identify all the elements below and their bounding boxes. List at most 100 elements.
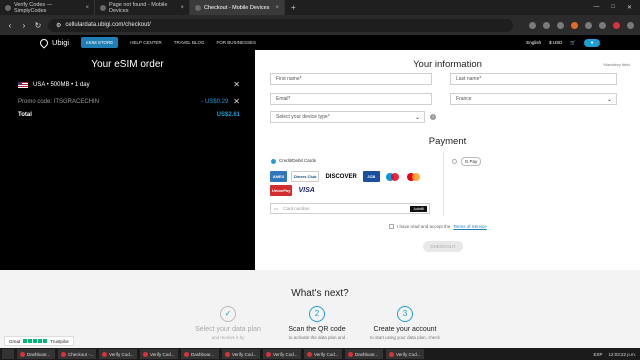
country-value: France — [456, 96, 472, 102]
chevron-down-icon: ⌄ — [414, 114, 420, 121]
device-type-select[interactable]: Select your device type* ⌄ — [270, 111, 425, 123]
url-text: cellulardata.ubigi.com/checkout/ — [65, 22, 151, 28]
profile-icon[interactable] — [613, 21, 620, 29]
maximize-icon[interactable]: □ — [611, 4, 615, 11]
minimize-icon[interactable]: — — [593, 4, 599, 11]
help-icon[interactable]: ? — [430, 114, 436, 120]
tab-title: Verify Codes — SimplyCodes — [14, 1, 53, 14]
browser-tab-active[interactable]: Checkout - Mobile Devices × — [190, 0, 285, 15]
taskbar-item[interactable]: Verify Cod... — [304, 349, 342, 359]
taskbar-item[interactable]: Dashboar... — [181, 349, 219, 359]
account-button[interactable]: ● — [584, 38, 600, 47]
maestro-icon — [383, 171, 401, 182]
usa-flag-icon — [18, 81, 28, 88]
site-logo[interactable]: Ubigi — [38, 36, 69, 49]
reload-icon[interactable]: ↻ — [34, 21, 42, 30]
card-option-label: Credit/Debit Cards — [279, 158, 317, 163]
sidebar-icon[interactable] — [599, 21, 606, 29]
language-selector[interactable]: English — [526, 40, 541, 45]
taskbar-item[interactable]: Verify Cod... — [140, 349, 178, 359]
site-header: Ubigi eSIM STORE HELP CENTER TRAVEL BLOG… — [0, 35, 640, 50]
cart-icon[interactable]: 🛒 — [570, 40, 576, 46]
new-tab-icon[interactable]: + — [285, 3, 302, 12]
close-window-icon[interactable]: ✕ — [627, 4, 632, 11]
clock[interactable]: 12:03:22 p.m. — [608, 352, 636, 357]
site-info-icon[interactable]: ⚙ — [56, 22, 61, 29]
discover-icon: DISCOVER — [323, 171, 359, 182]
email-field[interactable]: Email* — [270, 93, 432, 105]
step-desc: and receive it by — [211, 335, 245, 340]
unionpay-icon: UnionPay — [270, 185, 293, 196]
extension-icon[interactable] — [585, 21, 592, 29]
taskbar-item[interactable]: Dashboar... — [345, 349, 383, 359]
close-tab-icon[interactable]: × — [275, 5, 279, 11]
whats-next-section: What's next? ✓ Select your data plan and… — [0, 270, 640, 350]
zoom-icon[interactable] — [529, 21, 536, 29]
forward-icon[interactable]: › — [20, 21, 28, 30]
remove-promo-icon[interactable]: ✕ — [233, 97, 240, 106]
order-summary-panel: Your eSIM order USA • 500MB • 1 day ✕ Pr… — [0, 50, 255, 270]
user-icon: ● — [590, 39, 594, 46]
taskbar-item[interactable]: Checkout -... — [58, 349, 96, 359]
card-number-field[interactable]: ▭ Card number Autofill — [270, 203, 430, 214]
order-title: Your eSIM order — [91, 59, 164, 70]
checkout-button[interactable]: CHECKOUT — [423, 241, 463, 252]
bookmark-icon[interactable] — [557, 21, 564, 29]
menu-icon[interactable] — [627, 21, 634, 29]
esim-store-button[interactable]: eSIM STORE — [81, 37, 119, 48]
share-icon[interactable] — [543, 21, 550, 29]
tab-title: Checkout - Mobile Devices — [204, 4, 270, 11]
taskbar-item[interactable]: Verify Cod... — [386, 349, 424, 359]
trustpilot-brand: Trustpilot — [50, 338, 69, 344]
terms-row: I have read and accept the Terms of Serv… — [389, 224, 487, 229]
card-radio[interactable] — [271, 159, 276, 164]
url-input[interactable]: ⚙ cellulardata.ubigi.com/checkout/ — [48, 18, 513, 32]
remove-item-icon[interactable]: ✕ — [233, 80, 240, 89]
tab-favicon-icon — [195, 4, 201, 11]
total-value: US$2.61 — [216, 112, 240, 118]
header-right: English $ USD 🛒 ● — [526, 38, 600, 47]
whats-next-title: What's next? — [291, 288, 349, 299]
nav-for-businesses[interactable]: FOR BUSINESSES — [216, 40, 256, 45]
terms-checkbox[interactable] — [389, 224, 394, 229]
window-controls: — □ ✕ — [593, 4, 640, 11]
tab-title: Page not found - Mobile Devices — [109, 1, 168, 14]
country-select[interactable]: France ⌄ — [450, 93, 617, 105]
nav-help-center[interactable]: HELP CENTER — [130, 40, 161, 45]
google-pay-button[interactable]: G Pay — [461, 157, 481, 166]
promo-code-label: Promo code: ITSGRACECHIN — [18, 98, 100, 105]
nav-travel-blog[interactable]: TRAVEL BLOG — [174, 40, 205, 45]
close-tab-icon[interactable]: × — [180, 5, 184, 11]
first-name-field[interactable]: First name* — [270, 73, 432, 85]
close-tab-icon[interactable]: × — [85, 5, 89, 11]
jcb-icon: JCB — [362, 171, 380, 182]
system-tray: ESP 12:03:22 p.m. — [593, 352, 640, 357]
terms-link[interactable]: Terms of Service — [453, 224, 487, 229]
taskbar-item[interactable]: Dashboar... — [17, 349, 55, 359]
browser-tab[interactable]: Page not found - Mobile Devices × — [95, 0, 190, 15]
taskbar-item[interactable]: Verify Cod... — [263, 349, 301, 359]
promo-row: Promo code: ITSGRACECHIN - US$0.29 ✕ — [18, 97, 240, 106]
start-icon[interactable] — [2, 349, 14, 359]
currency-selector[interactable]: $ USD — [549, 40, 562, 45]
diners-club-icon: Diners Club — [291, 171, 320, 182]
address-bar-row: ‹ › ↻ ⚙ cellulardata.ubigi.com/checkout/ — [0, 15, 640, 35]
taskbar-item[interactable]: Verify Cod... — [99, 349, 137, 359]
autofill-button[interactable]: Autofill — [410, 205, 427, 212]
gpay-radio[interactable] — [452, 159, 457, 164]
brave-shield-icon[interactable] — [571, 21, 578, 29]
trust-stars-icon — [23, 339, 48, 343]
card-number-placeholder: Card number — [283, 206, 310, 211]
info-title: Your information — [413, 59, 482, 70]
last-name-field[interactable]: Last name* — [450, 73, 617, 85]
back-icon[interactable]: ‹ — [6, 21, 14, 30]
trustpilot-badge[interactable]: Great Trustpilot — [4, 336, 74, 346]
input-language[interactable]: ESP — [593, 352, 602, 357]
device-placeholder: Select your device type* — [276, 114, 330, 120]
chevron-down-icon: ⌄ — [606, 96, 612, 103]
browser-tab-bar: Verify Codes — SimplyCodes × Page not fo… — [0, 0, 640, 15]
step-number: 2 — [309, 306, 325, 322]
payment-divider — [443, 152, 444, 216]
taskbar-item[interactable]: Verify Cod... — [222, 349, 260, 359]
browser-tab[interactable]: Verify Codes — SimplyCodes × — [0, 0, 95, 15]
